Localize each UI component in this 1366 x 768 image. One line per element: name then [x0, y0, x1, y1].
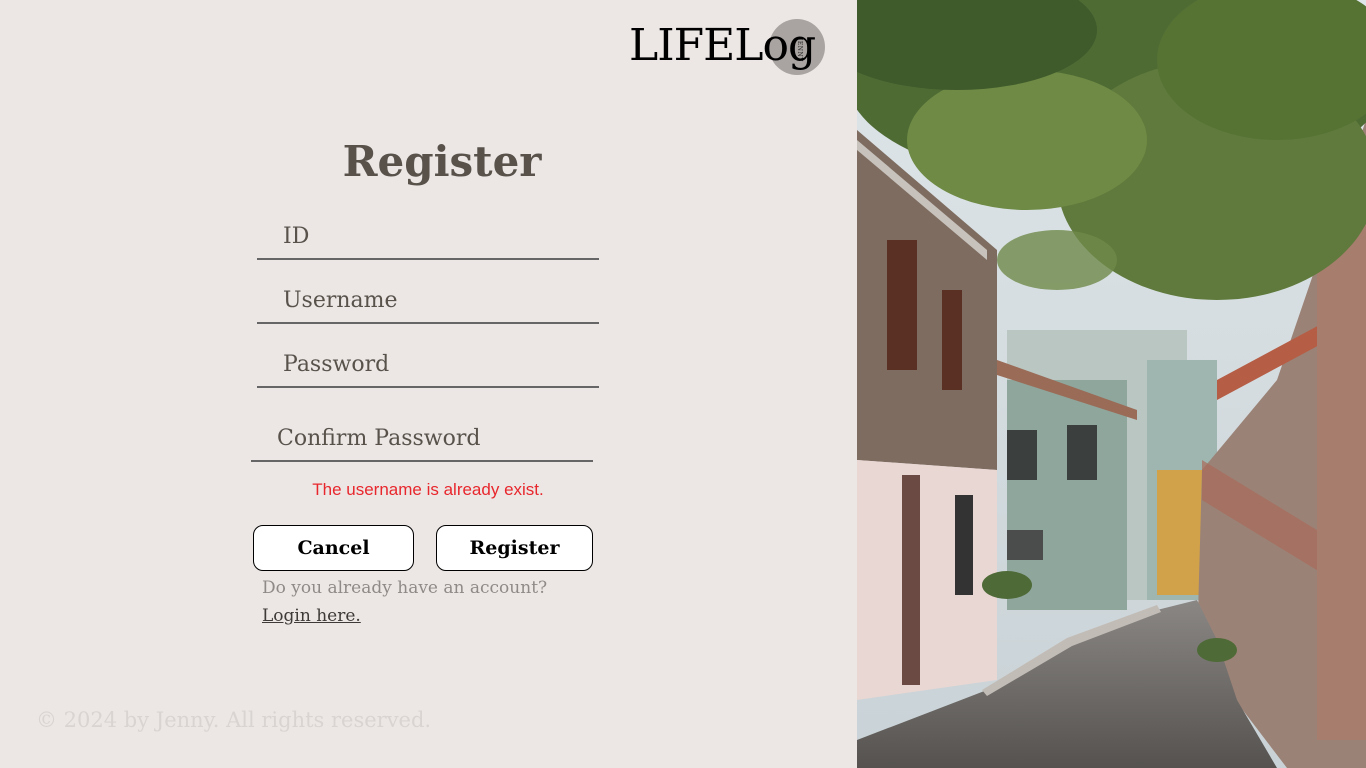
username-field	[257, 278, 599, 324]
confirm-password-input[interactable]	[251, 416, 593, 460]
logo-text: LIFELog	[629, 20, 816, 71]
password-field	[257, 342, 599, 388]
copyright-footer: © 2024 by Jenny. All rights reserved.	[36, 708, 432, 732]
login-link[interactable]: Login here.	[262, 606, 361, 626]
id-input[interactable]	[257, 214, 599, 258]
error-message: The username is already exist.	[312, 480, 544, 499]
cancel-button[interactable]: Cancel	[253, 525, 414, 571]
account-hint: Do you already have an account?	[262, 578, 548, 598]
id-field	[257, 214, 599, 260]
confirm-password-field	[251, 416, 593, 462]
password-input[interactable]	[257, 342, 599, 386]
page-title: Register	[342, 137, 542, 186]
username-input[interactable]	[257, 278, 599, 322]
alley-photo	[857, 0, 1366, 768]
register-button[interactable]: Register	[436, 525, 593, 571]
